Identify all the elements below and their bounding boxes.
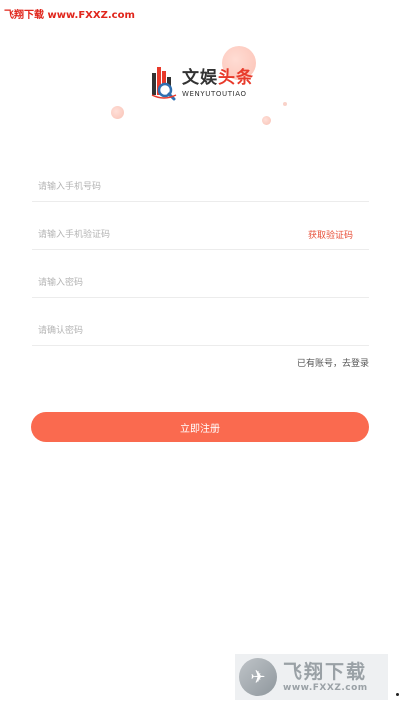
app-logo: 文娱头条 WENYUTOUTIAO — [150, 63, 254, 103]
logo-icon — [151, 67, 177, 101]
decor-bubble-small — [283, 102, 287, 106]
decor-bubble-right — [262, 116, 271, 125]
phone-field-row — [32, 171, 369, 202]
site-watermark: 飞翔下载 www.FXXZ.com — [4, 10, 135, 21]
verification-code-input[interactable] — [32, 225, 258, 245]
logo-title-part1: 文娱 — [182, 67, 218, 88]
go-login-link[interactable]: 已有账号，去登录 — [297, 356, 369, 369]
logo-title-part2: 头条 — [218, 67, 254, 88]
logo-text: 文娱头条 WENYUTOUTIAO — [182, 67, 254, 98]
download-watermark: ✈ 飞翔下载 www.FXXZ.com — [235, 654, 388, 700]
logo-title: 文娱头条 — [182, 67, 254, 88]
confirm-password-field-row — [32, 315, 369, 346]
logo-subtitle: WENYUTOUTIAO — [182, 89, 247, 98]
watermark-title: 飞翔下载 — [283, 661, 368, 683]
phone-input[interactable] — [32, 177, 258, 197]
confirm-password-input[interactable] — [32, 321, 258, 341]
watermark-texts: 飞翔下载 www.FXXZ.com — [283, 661, 368, 693]
get-code-button[interactable]: 获取验证码 — [308, 228, 353, 241]
watermark-url: www.FXXZ.com — [283, 683, 368, 693]
password-field-row — [32, 267, 369, 298]
corner-dot — [396, 693, 399, 696]
watermark-logo-icon: ✈ — [239, 658, 277, 696]
code-field-row: 获取验证码 — [32, 219, 369, 250]
password-input[interactable] — [32, 273, 258, 293]
decor-bubble-left — [111, 106, 124, 119]
register-button[interactable]: 立即注册 — [31, 412, 369, 442]
